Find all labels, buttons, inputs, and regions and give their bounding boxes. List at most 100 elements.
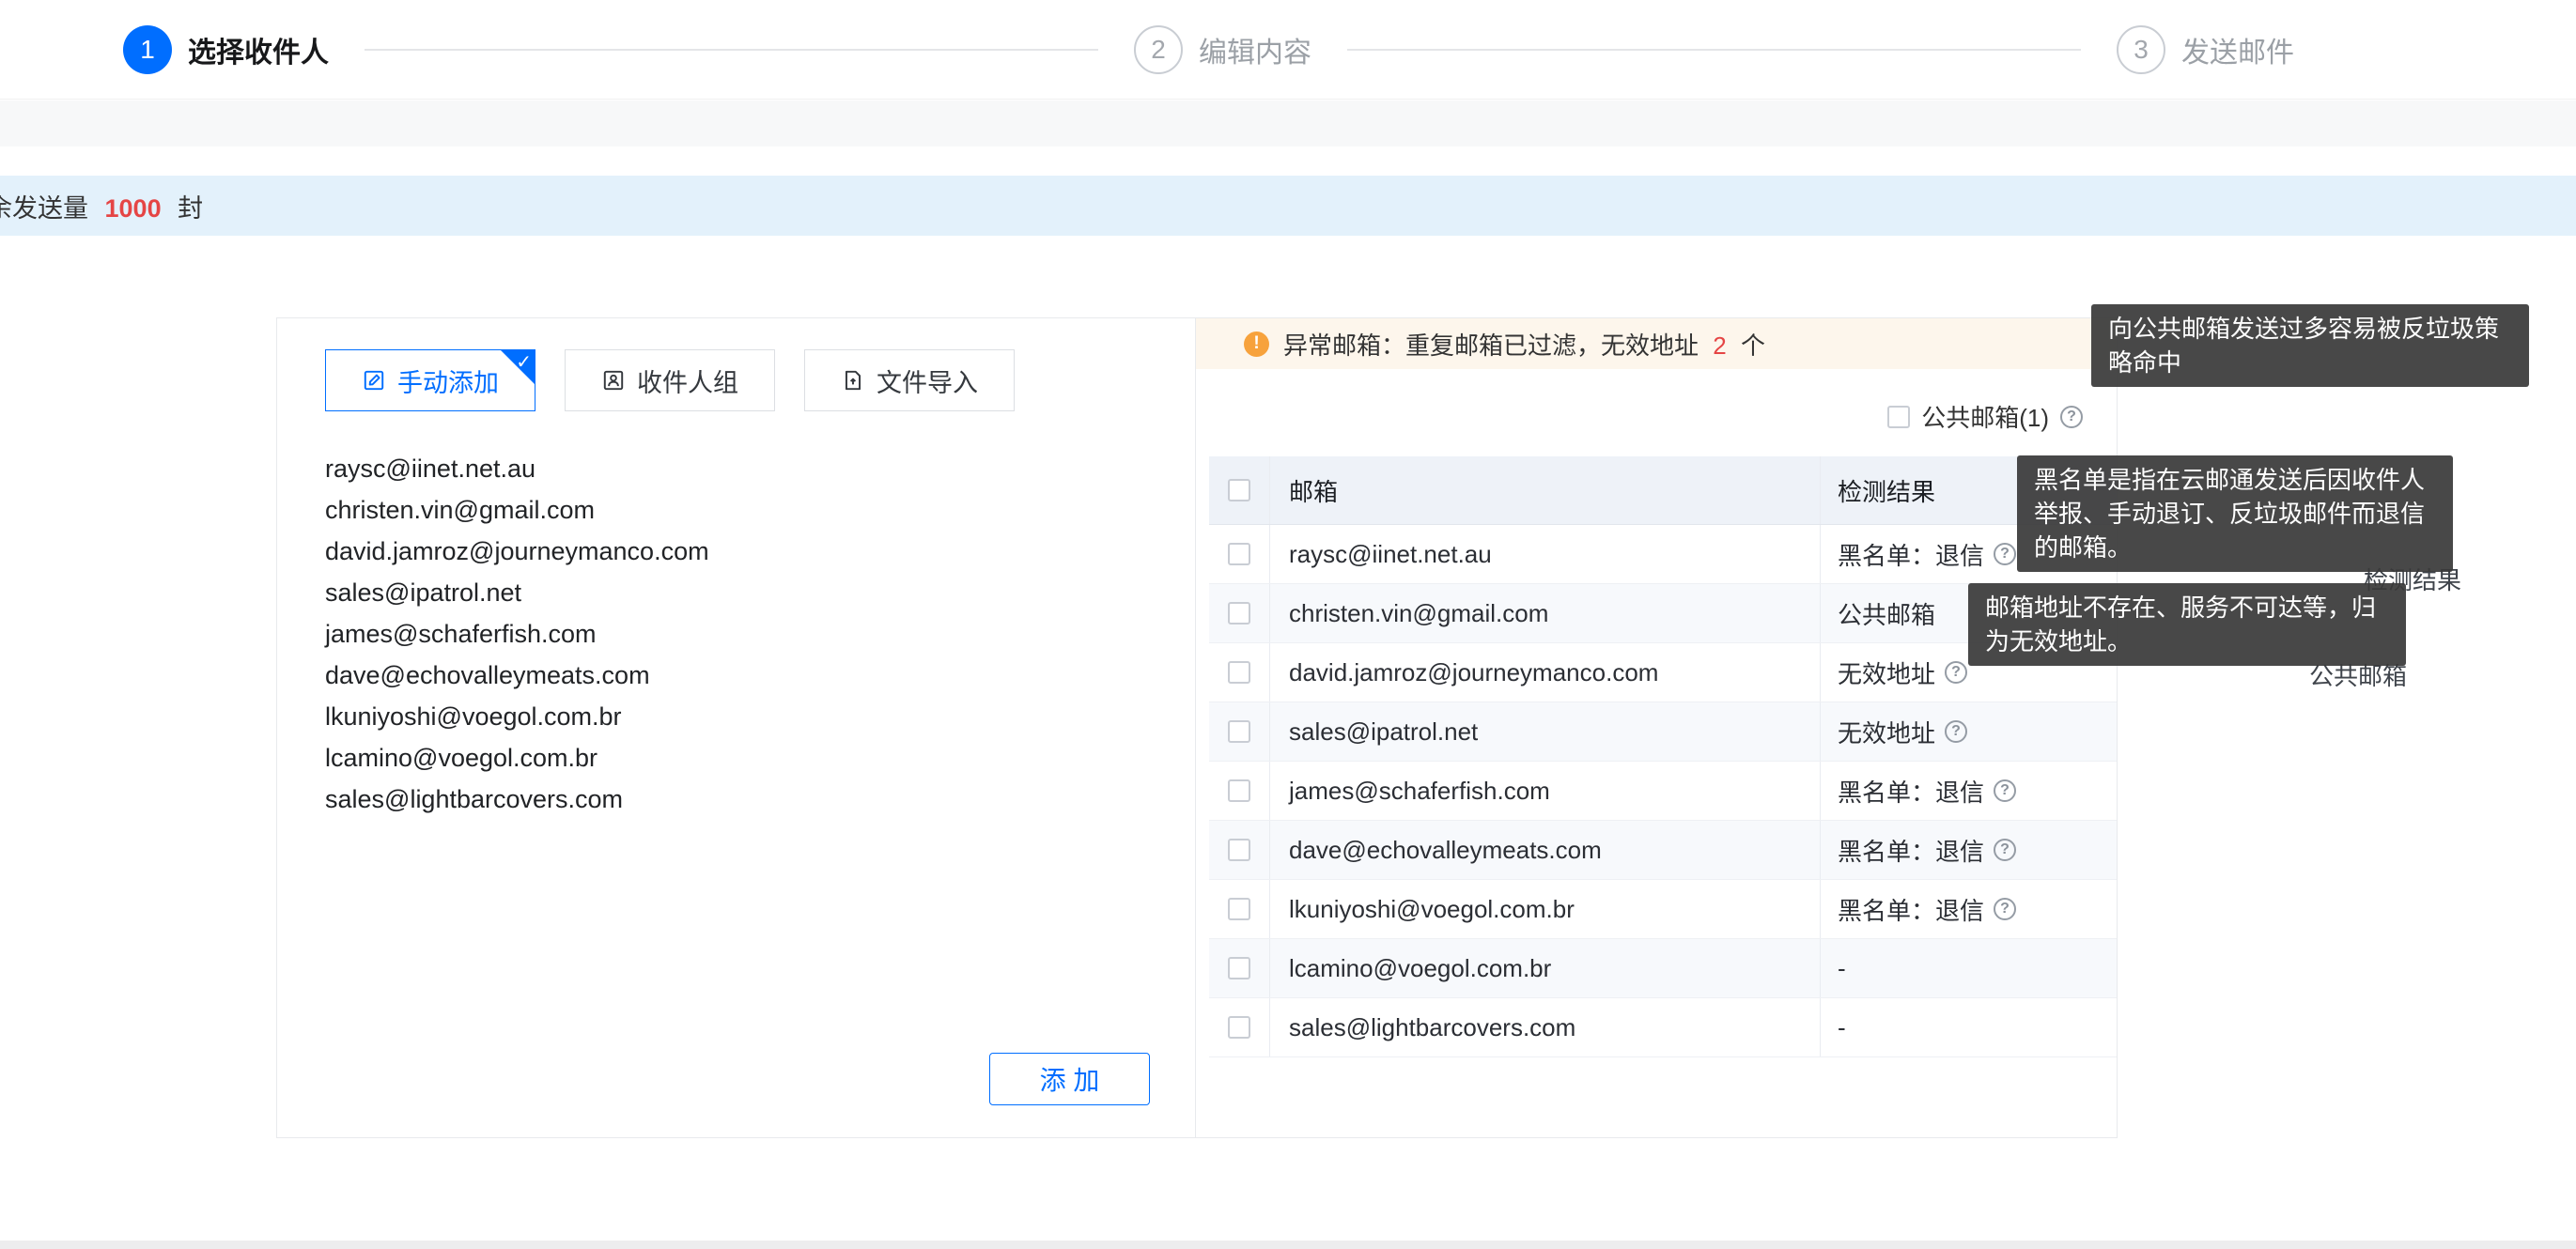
table-row: raysc@iinet.net.au 黑名单：退信? xyxy=(1209,525,2117,584)
help-icon[interactable]: ? xyxy=(1994,839,2016,861)
tab-label: 收件人组 xyxy=(637,362,738,399)
public-mailbox-filter: 公共邮箱(1) ? xyxy=(1887,399,2083,434)
email-cell: sales@lightbarcovers.com xyxy=(1269,998,1820,1056)
manual-email-input[interactable]: raysc@iinet.net.auchristen.vin@gmail.com… xyxy=(325,448,1157,1015)
select-all-checkbox[interactable] xyxy=(1228,479,1250,501)
row-checkbox[interactable] xyxy=(1228,839,1250,861)
email-cell: lcamino@voegol.com.br xyxy=(1269,939,1820,997)
file-import-icon xyxy=(841,368,865,393)
quota-bar: 余发送量 1000 封 xyxy=(0,176,2576,236)
step-label: 发送邮件 xyxy=(2181,29,2294,70)
help-icon[interactable]: ? xyxy=(1994,779,2016,802)
step-number: 1 xyxy=(123,25,172,74)
row-checkbox-cell xyxy=(1209,880,1269,938)
step-connector xyxy=(1347,49,2081,51)
row-checkbox[interactable] xyxy=(1228,1016,1250,1039)
row-checkbox[interactable] xyxy=(1228,898,1250,920)
help-icon[interactable]: ? xyxy=(1994,898,2016,920)
tab-manual-add[interactable]: 手动添加 ✓ xyxy=(325,349,535,411)
check-result-table: 邮箱 检测结果 raysc@iinet.net.au黑名单：退信?christe… xyxy=(1209,456,2117,1057)
row-checkbox[interactable] xyxy=(1228,602,1250,624)
tab-label: 手动添加 xyxy=(397,362,499,399)
abnormal-mailbox-banner: ! 异常邮箱：重复邮箱已过滤，无效地址 2 个 xyxy=(1196,318,2117,369)
result-text: 黑名单：退信 xyxy=(1838,537,1984,572)
help-icon[interactable]: ? xyxy=(1945,661,1967,684)
quota-label: 余发送量 xyxy=(0,194,88,223)
tab-file-import[interactable]: 文件导入 xyxy=(804,349,1015,411)
email-line: sales@lightbarcovers.com xyxy=(325,779,1157,820)
row-checkbox-cell xyxy=(1209,762,1269,820)
email-line: raysc@iinet.net.au xyxy=(325,448,1157,489)
result-text: 无效地址 xyxy=(1838,715,1935,749)
check-result-pane: ! 异常邮箱：重复邮箱已过滤，无效地址 2 个 公共邮箱(1) ? 邮箱 检测结… xyxy=(1196,318,2117,1137)
email-cell: raysc@iinet.net.au xyxy=(1269,525,1820,583)
result-text: 无效地址 xyxy=(1838,655,1935,690)
subheader-band xyxy=(0,100,2576,146)
table-row: james@schaferfish.com黑名单：退信? xyxy=(1209,762,2117,821)
email-cell: james@schaferfish.com xyxy=(1269,762,1820,820)
email-line: sales@ipatrol.net xyxy=(325,572,1157,613)
email-line: dave@echovalleymeats.com xyxy=(325,655,1157,696)
email-line: lcamino@voegol.com.br xyxy=(325,737,1157,779)
tab-label: 文件导入 xyxy=(877,362,978,399)
step-connector xyxy=(365,49,1098,51)
public-mailbox-checkbox[interactable] xyxy=(1887,406,1910,428)
step-label: 编辑内容 xyxy=(1199,29,1311,70)
tooltip: 黑名单是指在云邮通发送后因收件人举报、手动退订、反垃圾邮件而退信的邮箱。 xyxy=(2017,455,2453,572)
email-cell: lkuniyoshi@voegol.com.br xyxy=(1269,880,1820,938)
tooltip: 邮箱地址不存在、服务不可达等，归为无效地址。 xyxy=(1968,583,2406,666)
result-text: 黑名单：退信 xyxy=(1838,833,1984,868)
row-checkbox[interactable] xyxy=(1228,957,1250,979)
result-cell: 黑名单：退信? xyxy=(1820,762,2118,820)
table-row: sales@ipatrol.net无效地址? xyxy=(1209,702,2117,762)
recipient-group-icon xyxy=(601,368,626,393)
email-line: david.jamroz@journeymanco.com xyxy=(325,531,1157,572)
quota-unit: 封 xyxy=(178,194,203,223)
email-line: james@schaferfish.com xyxy=(325,613,1157,655)
result-text: 黑名单：退信 xyxy=(1838,774,1984,809)
tab-recipient-group[interactable]: 收件人组 xyxy=(565,349,775,411)
step-indicator: 1选择收件人2编辑内容3发送邮件 xyxy=(0,0,2576,100)
row-checkbox-cell xyxy=(1209,998,1269,1056)
result-cell: 黑名单：退信? xyxy=(1820,880,2118,938)
email-cell: david.jamroz@journeymanco.com xyxy=(1269,643,1820,702)
banner-text: 异常邮箱：重复邮箱已过滤，无效地址 2 个 xyxy=(1283,327,1765,362)
quota-text: 余发送量 1000 封 xyxy=(0,188,203,224)
help-icon[interactable]: ? xyxy=(1945,720,1967,743)
table-row: dave@echovalleymeats.com黑名单：退信? xyxy=(1209,821,2117,880)
warning-icon: ! xyxy=(1244,332,1269,357)
row-checkbox-cell xyxy=(1209,584,1269,642)
row-checkbox[interactable] xyxy=(1228,720,1250,743)
table-row: sales@lightbarcovers.com- xyxy=(1209,998,2117,1057)
step-number: 2 xyxy=(1134,25,1183,74)
check-icon: ✓ xyxy=(516,350,532,374)
public-mailbox-help-icon[interactable]: ? xyxy=(2060,406,2083,428)
table-row: lcamino@voegol.com.br- xyxy=(1209,939,2117,998)
email-cell: dave@echovalleymeats.com xyxy=(1269,821,1820,879)
manual-add-pane: 手动添加 ✓ 收件人组 文件导入 raysc@iinet.net.auchristen… xyxy=(277,318,1196,1137)
row-checkbox-cell xyxy=(1209,821,1269,879)
table-header: 邮箱 检测结果 xyxy=(1209,456,2117,525)
email-column-header: 邮箱 xyxy=(1269,456,1820,524)
step-number: 3 xyxy=(2117,25,2165,74)
result-text: - xyxy=(1838,1013,1846,1042)
row-checkbox-cell xyxy=(1209,702,1269,761)
quota-amount: 1000 xyxy=(105,194,162,223)
email-line: lkuniyoshi@voegol.com.br xyxy=(325,696,1157,737)
row-checkbox[interactable] xyxy=(1228,779,1250,802)
invalid-count: 2 xyxy=(1713,332,1726,360)
result-cell: 黑名单：退信? xyxy=(1820,821,2118,879)
select-all-cell xyxy=(1209,456,1269,524)
tooltip: 向公共邮箱发送过多容易被反垃圾策略命中 xyxy=(2091,304,2529,387)
row-checkbox[interactable] xyxy=(1228,543,1250,565)
step-2: 2 编辑内容 xyxy=(1134,25,1311,74)
row-checkbox-cell xyxy=(1209,939,1269,997)
row-checkbox[interactable] xyxy=(1228,661,1250,684)
add-button[interactable]: 添 加 xyxy=(989,1053,1150,1105)
result-text: 公共邮箱 xyxy=(1838,596,1935,631)
help-icon[interactable]: ? xyxy=(1994,543,2016,565)
result-cell: - xyxy=(1820,939,2118,997)
step-3: 3 发送邮件 xyxy=(2117,25,2294,74)
recipient-selection-card: 手动添加 ✓ 收件人组 文件导入 raysc@iinet.net.auchristen… xyxy=(276,317,2118,1138)
bottom-strip xyxy=(0,1241,2576,1249)
